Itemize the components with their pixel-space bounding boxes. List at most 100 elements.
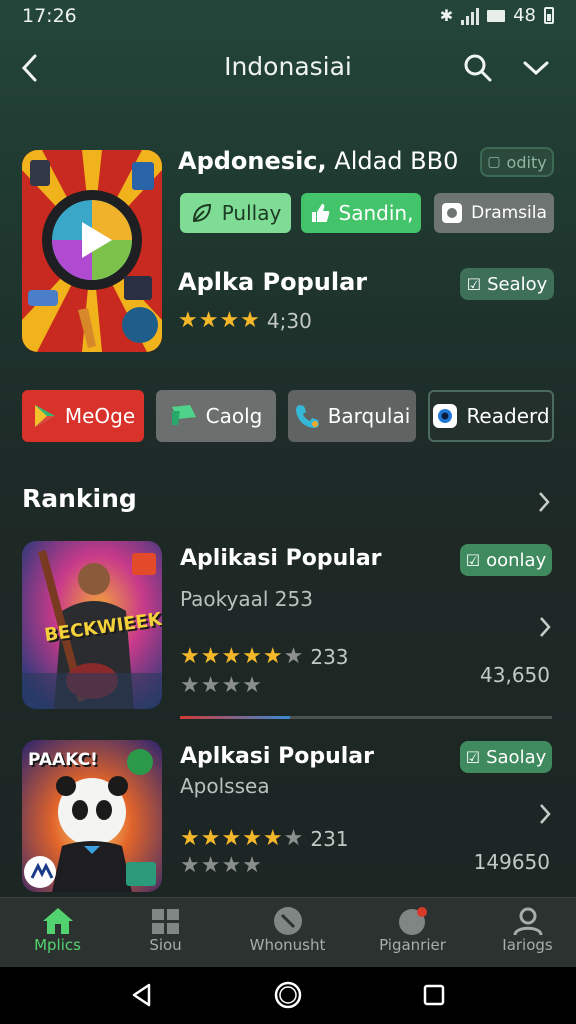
ranking-more-button[interactable] <box>526 482 562 522</box>
featured-artwork-image <box>22 150 162 352</box>
list-item[interactable]: BECKWIEEK Aplikasi Popular ☑ oonlay Paok… <box>0 540 576 720</box>
item-1-progress <box>180 716 552 719</box>
status-bar: 17:26 ✱ 48 <box>0 0 576 30</box>
category-1-label: MeOge <box>64 404 136 428</box>
list-item[interactable]: PAAKC! Aplkasi Popular ☑ Saolay Apolssea… <box>0 738 576 894</box>
item-2-open-button[interactable] <box>528 794 562 834</box>
system-navigation-bar <box>0 967 576 1024</box>
item-2-art-text: PAAKC! <box>28 750 98 770</box>
search-icon <box>464 54 492 82</box>
category-4-label: Readerd <box>466 404 550 428</box>
search-circle-icon <box>273 907 302 935</box>
person-icon <box>513 907 542 936</box>
item-1-rating-text: 233 <box>310 644 349 669</box>
nav-label-5: Iariogs <box>502 936 553 954</box>
featured-title-bold: Apdonesic, <box>178 147 327 175</box>
nav-item-home[interactable]: Mplics <box>0 898 115 968</box>
featured-title: Apdonesic, Aldad BB0 <box>178 147 458 175</box>
category-button-3[interactable]: Barqulai <box>288 390 416 442</box>
wifi-icon <box>487 9 506 22</box>
system-recents-button[interactable] <box>414 975 454 1015</box>
nav-item-profile[interactable]: Iariogs <box>470 898 576 968</box>
featured-app-artwork[interactable] <box>22 150 162 352</box>
featured-rating-text: 4;30 <box>266 308 312 333</box>
status-time: 17:26 <box>22 5 77 27</box>
item-1-chip-label: oonlay <box>486 549 547 571</box>
nav-label-2: Siou <box>149 936 182 954</box>
item-2-subtitle: Apolssea <box>180 774 270 798</box>
signal-icon <box>461 7 480 25</box>
item-1-subtitle: Paokyaal 253 <box>180 587 313 611</box>
item-2-chip-label: Saolay <box>486 746 547 768</box>
featured-title-rest: Aldad BB0 <box>326 147 459 175</box>
item-2-stars: ★★★★★★ <box>180 826 305 851</box>
thumb-icon <box>311 204 329 222</box>
status-icons: ✱ 48 <box>440 5 554 26</box>
dropdown-button[interactable] <box>516 48 556 88</box>
battery-icon <box>544 7 554 24</box>
featured-button-1[interactable]: Pullay <box>180 193 291 233</box>
featured-sub-chip[interactable]: ☑ Sealoy <box>460 268 554 300</box>
item-1-open-button[interactable] <box>528 607 562 647</box>
item-2-title: Aplkasi Popular <box>180 744 374 769</box>
edit-icon: ☑ <box>465 550 481 570</box>
system-home-button[interactable] <box>268 975 308 1015</box>
item-2-rating-text: 231 <box>310 826 349 851</box>
item-1-artwork: BECKWIEEK <box>22 541 162 709</box>
battery-text: 48 <box>513 5 536 26</box>
nav-item-grid[interactable]: Siou <box>108 898 223 968</box>
triangle-back-icon <box>132 983 151 1007</box>
chevron-right-icon <box>539 492 550 512</box>
square-recents-icon <box>423 984 445 1006</box>
item-2-secondary-stars: ★★★★ <box>180 853 263 878</box>
featured-button-3[interactable]: Dramsila <box>434 193 554 233</box>
featured-sub-chip-label: Sealoy <box>487 273 548 295</box>
item-1-count: 43,650 <box>480 663 550 687</box>
item-2-chip[interactable]: ☑ Saolay <box>460 741 552 773</box>
nav-item-notifications[interactable]: Piganrier <box>355 898 470 968</box>
category-2-label: Caolg <box>205 404 263 428</box>
featured-button-3-label: Dramsila <box>471 203 547 223</box>
featured-chip[interactable]: ▢ odity <box>480 147 554 177</box>
bluetooth-icon: ✱ <box>439 6 454 25</box>
item-2-artwork: PAAKC! <box>22 740 162 892</box>
grid-icon <box>151 909 179 934</box>
featured-subtitle: Aplka Popular <box>178 268 368 296</box>
circle-home-icon <box>274 981 302 1009</box>
system-back-button[interactable] <box>122 975 162 1015</box>
item-1-secondary-stars: ★★★★ <box>180 673 263 698</box>
nav-label-4: Piganrier <box>379 936 446 954</box>
play-store-icon <box>34 405 55 427</box>
search-button[interactable] <box>458 48 498 88</box>
edit-icon: ☑ <box>466 274 482 294</box>
notification-icon <box>398 907 427 935</box>
featured-button-2[interactable]: Sandin, <box>301 193 421 233</box>
chevron-down-icon <box>523 61 549 76</box>
phone-icon <box>295 405 319 428</box>
category-button-4[interactable]: Readerd <box>428 390 554 442</box>
chevron-right-icon <box>540 617 551 637</box>
chat-icon: ▢ <box>487 154 501 170</box>
eye-icon <box>433 404 458 428</box>
featured-button-2-label: Sandin, <box>338 201 414 225</box>
item-2-count: 149650 <box>473 850 550 874</box>
category-button-1[interactable]: MeOge <box>22 390 144 442</box>
item-2-rating: ★★★★★★ 231 <box>180 826 349 851</box>
nav-item-search[interactable]: Whonusht <box>230 898 345 968</box>
ranking-title: Ranking <box>22 484 137 513</box>
item-1-chip[interactable]: ☑ oonlay <box>460 544 552 576</box>
nav-label-3: Whonusht <box>249 936 326 954</box>
category-button-2[interactable]: Caolg <box>156 390 276 442</box>
item-1-progress-fill <box>180 716 290 719</box>
camera-icon <box>442 203 463 223</box>
category-3-label: Barqulai <box>327 404 411 428</box>
nav-label-1: Mplics <box>34 936 81 954</box>
home-icon <box>42 908 73 934</box>
item-1-title: Aplikasi Popular <box>180 546 382 571</box>
chevron-right-icon <box>540 804 551 824</box>
featured-button-1-label: Pullay <box>221 201 282 225</box>
leaf-icon <box>192 203 211 223</box>
featured-rating: ★★★★ 4;30 <box>178 308 312 333</box>
item-1-stars: ★★★★★★ <box>180 644 305 669</box>
edit-icon: ☑ <box>465 747 481 767</box>
